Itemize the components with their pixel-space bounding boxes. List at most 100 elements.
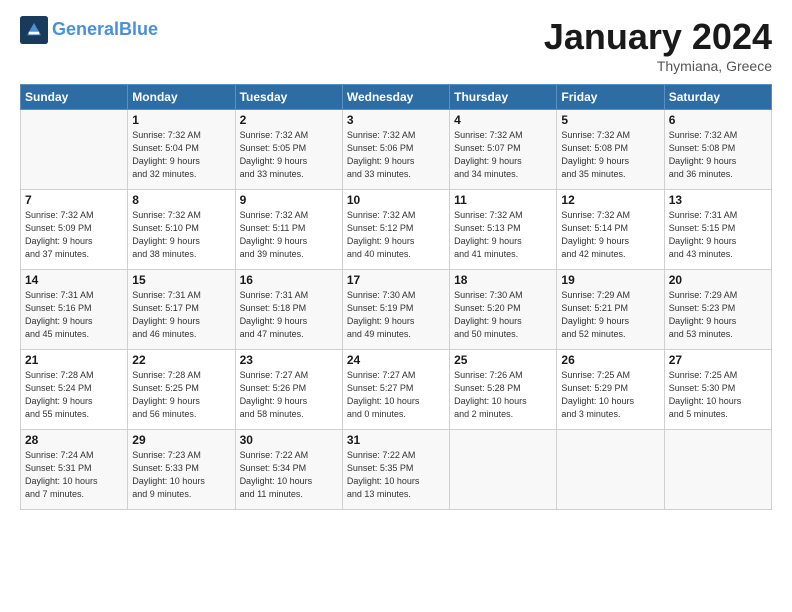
day-number: 26 — [561, 353, 659, 367]
weekday-header: Wednesday — [342, 85, 449, 110]
calendar-cell: 31 Sunrise: 7:22 AM Sunset: 5:35 PM Dayli… — [342, 430, 449, 510]
calendar-cell: 8 Sunrise: 7:32 AM Sunset: 5:10 PM Daylig… — [128, 190, 235, 270]
day-info: Sunrise: 7:22 AM Sunset: 5:35 PM Dayligh… — [347, 449, 445, 501]
main-container: GeneralBlue January 2024 Thymiana, Greec… — [0, 0, 792, 520]
day-number: 29 — [132, 433, 230, 447]
day-info: Sunrise: 7:32 AM Sunset: 5:06 PM Dayligh… — [347, 129, 445, 181]
day-info: Sunrise: 7:28 AM Sunset: 5:24 PM Dayligh… — [25, 369, 123, 421]
logo-text: GeneralBlue — [52, 20, 158, 40]
calendar-cell — [557, 430, 664, 510]
calendar-cell: 5 Sunrise: 7:32 AM Sunset: 5:08 PM Daylig… — [557, 110, 664, 190]
calendar-cell: 25Sunrise: 7:26 AM Sunset: 5:28 PM Dayli… — [450, 350, 557, 430]
day-info: Sunrise: 7:25 AM Sunset: 5:29 PM Dayligh… — [561, 369, 659, 421]
day-number: 23 — [240, 353, 338, 367]
day-info: Sunrise: 7:32 AM Sunset: 5:13 PM Dayligh… — [454, 209, 552, 261]
day-info: Sunrise: 7:32 AM Sunset: 5:14 PM Dayligh… — [561, 209, 659, 261]
day-number: 12 — [561, 193, 659, 207]
day-info: Sunrise: 7:27 AM Sunset: 5:27 PM Dayligh… — [347, 369, 445, 421]
day-number: 1 — [132, 113, 230, 127]
day-info: Sunrise: 7:30 AM Sunset: 5:19 PM Dayligh… — [347, 289, 445, 341]
calendar-week-row: 1 Sunrise: 7:32 AM Sunset: 5:04 PM Daylig… — [21, 110, 772, 190]
calendar-cell: 1 Sunrise: 7:32 AM Sunset: 5:04 PM Daylig… — [128, 110, 235, 190]
day-number: 25 — [454, 353, 552, 367]
weekday-header: Tuesday — [235, 85, 342, 110]
calendar-cell: 17 Sunrise: 7:30 AM Sunset: 5:19 PM Dayli… — [342, 270, 449, 350]
day-number: 19 — [561, 273, 659, 287]
day-number: 28 — [25, 433, 123, 447]
day-number: 21 — [25, 353, 123, 367]
day-info: Sunrise: 7:31 AM Sunset: 5:16 PM Dayligh… — [25, 289, 123, 341]
day-info: Sunrise: 7:24 AM Sunset: 5:31 PM Dayligh… — [25, 449, 123, 501]
day-number: 2 — [240, 113, 338, 127]
calendar-cell — [450, 430, 557, 510]
calendar-week-row: 21 Sunrise: 7:28 AM Sunset: 5:24 PM Dayli… — [21, 350, 772, 430]
calendar-cell: 2 Sunrise: 7:32 AM Sunset: 5:05 PM Daylig… — [235, 110, 342, 190]
calendar-cell: 22 Sunrise: 7:28 AM Sunset: 5:25 PM Dayli… — [128, 350, 235, 430]
day-number: 9 — [240, 193, 338, 207]
weekday-header: Sunday — [21, 85, 128, 110]
day-info: Sunrise: 7:32 AM Sunset: 5:09 PM Dayligh… — [25, 209, 123, 261]
day-info: Sunrise: 7:32 AM Sunset: 5:04 PM Dayligh… — [132, 129, 230, 181]
day-number: 3 — [347, 113, 445, 127]
calendar-week-row: 28 Sunrise: 7:24 AM Sunset: 5:31 PM Dayli… — [21, 430, 772, 510]
day-number: 15 — [132, 273, 230, 287]
day-info: Sunrise: 7:31 AM Sunset: 5:17 PM Dayligh… — [132, 289, 230, 341]
calendar-cell: 20 Sunrise: 7:29 AM Sunset: 5:23 PM Dayli… — [664, 270, 771, 350]
day-number: 5 — [561, 113, 659, 127]
day-number: 11 — [454, 193, 552, 207]
calendar-cell: 12 Sunrise: 7:32 AM Sunset: 5:14 PM Dayli… — [557, 190, 664, 270]
calendar-cell: 18 Sunrise: 7:30 AM Sunset: 5:20 PM Dayli… — [450, 270, 557, 350]
day-info: Sunrise: 7:32 AM Sunset: 5:08 PM Dayligh… — [561, 129, 659, 181]
calendar-cell: 24 Sunrise: 7:27 AM Sunset: 5:27 PM Dayli… — [342, 350, 449, 430]
day-info: Sunrise: 7:32 AM Sunset: 5:11 PM Dayligh… — [240, 209, 338, 261]
calendar-cell — [664, 430, 771, 510]
day-info: Sunrise: 7:25 AM Sunset: 5:30 PM Dayligh… — [669, 369, 767, 421]
calendar-cell: 14Sunrise: 7:31 AM Sunset: 5:16 PM Dayli… — [21, 270, 128, 350]
day-number: 18 — [454, 273, 552, 287]
day-number: 31 — [347, 433, 445, 447]
day-number: 16 — [240, 273, 338, 287]
day-info: Sunrise: 7:22 AM Sunset: 5:34 PM Dayligh… — [240, 449, 338, 501]
day-number: 7 — [25, 193, 123, 207]
calendar-cell: 7 Sunrise: 7:32 AM Sunset: 5:09 PM Daylig… — [21, 190, 128, 270]
calendar-cell: 9 Sunrise: 7:32 AM Sunset: 5:11 PM Daylig… — [235, 190, 342, 270]
day-number: 10 — [347, 193, 445, 207]
calendar-cell: 26 Sunrise: 7:25 AM Sunset: 5:29 PM Dayli… — [557, 350, 664, 430]
calendar-cell: 10Sunrise: 7:32 AM Sunset: 5:12 PM Dayli… — [342, 190, 449, 270]
day-info: Sunrise: 7:29 AM Sunset: 5:23 PM Dayligh… — [669, 289, 767, 341]
calendar-cell: 23 Sunrise: 7:27 AM Sunset: 5:26 PM Dayli… — [235, 350, 342, 430]
calendar-cell: 19Sunrise: 7:29 AM Sunset: 5:21 PM Dayli… — [557, 270, 664, 350]
weekday-header: Thursday — [450, 85, 557, 110]
month-title: January 2024 — [544, 16, 772, 58]
weekday-header: Monday — [128, 85, 235, 110]
calendar-cell: 16Sunrise: 7:31 AM Sunset: 5:18 PM Dayli… — [235, 270, 342, 350]
title-section: January 2024 Thymiana, Greece — [544, 16, 772, 74]
calendar-cell — [21, 110, 128, 190]
calendar-cell: 13Sunrise: 7:31 AM Sunset: 5:15 PM Dayli… — [664, 190, 771, 270]
header: GeneralBlue January 2024 Thymiana, Greec… — [20, 16, 772, 74]
day-number: 20 — [669, 273, 767, 287]
day-info: Sunrise: 7:32 AM Sunset: 5:07 PM Dayligh… — [454, 129, 552, 181]
day-number: 4 — [454, 113, 552, 127]
day-number: 24 — [347, 353, 445, 367]
calendar-cell: 11 Sunrise: 7:32 AM Sunset: 5:13 PM Dayli… — [450, 190, 557, 270]
day-info: Sunrise: 7:23 AM Sunset: 5:33 PM Dayligh… — [132, 449, 230, 501]
weekday-header: Friday — [557, 85, 664, 110]
calendar-week-row: 14Sunrise: 7:31 AM Sunset: 5:16 PM Dayli… — [21, 270, 772, 350]
calendar-cell: 28 Sunrise: 7:24 AM Sunset: 5:31 PM Dayli… — [21, 430, 128, 510]
calendar-cell: 30Sunrise: 7:22 AM Sunset: 5:34 PM Dayli… — [235, 430, 342, 510]
logo-icon — [20, 16, 48, 44]
day-number: 8 — [132, 193, 230, 207]
day-info: Sunrise: 7:32 AM Sunset: 5:10 PM Dayligh… — [132, 209, 230, 261]
day-info: Sunrise: 7:31 AM Sunset: 5:15 PM Dayligh… — [669, 209, 767, 261]
day-info: Sunrise: 7:27 AM Sunset: 5:26 PM Dayligh… — [240, 369, 338, 421]
weekday-header-row: SundayMondayTuesdayWednesdayThursdayFrid… — [21, 85, 772, 110]
day-number: 22 — [132, 353, 230, 367]
day-number: 17 — [347, 273, 445, 287]
day-info: Sunrise: 7:30 AM Sunset: 5:20 PM Dayligh… — [454, 289, 552, 341]
day-info: Sunrise: 7:32 AM Sunset: 5:05 PM Dayligh… — [240, 129, 338, 181]
day-number: 27 — [669, 353, 767, 367]
calendar-cell: 15 Sunrise: 7:31 AM Sunset: 5:17 PM Dayli… — [128, 270, 235, 350]
day-info: Sunrise: 7:28 AM Sunset: 5:25 PM Dayligh… — [132, 369, 230, 421]
day-info: Sunrise: 7:32 AM Sunset: 5:08 PM Dayligh… — [669, 129, 767, 181]
